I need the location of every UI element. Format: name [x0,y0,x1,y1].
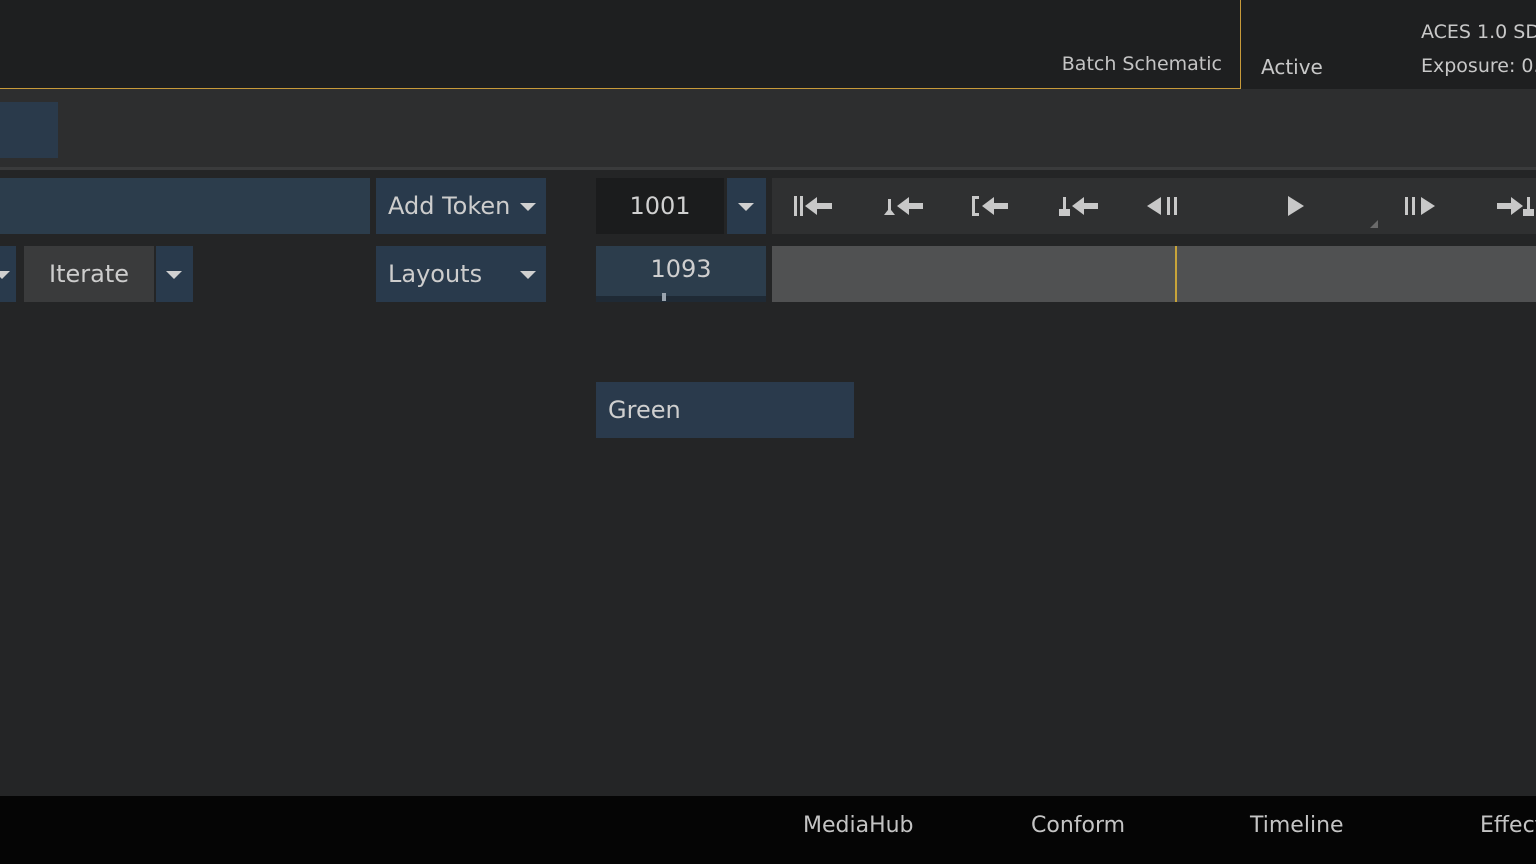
step-forward-icon [1405,197,1435,215]
status-label: Active [1261,55,1323,79]
tab-effects[interactable]: Effects [1480,813,1536,838]
end-frame-slider-thumb[interactable] [662,293,666,301]
chevron-down-icon [0,271,10,279]
timeline-scrubber[interactable] [772,246,1536,302]
playhead[interactable] [1175,246,1177,302]
play-options-indicator[interactable] [1370,220,1378,228]
play-button[interactable] [1264,178,1328,234]
frame-dropdown-button[interactable] [727,178,766,234]
go-to-in-point-button[interactable] [959,178,1023,234]
name-input[interactable] [0,178,370,234]
channel-field[interactable]: Green [596,382,854,438]
end-frame-field[interactable]: 1093 [596,246,766,302]
view-title[interactable]: Batch Schematic [1062,53,1222,75]
play-icon [1288,196,1304,216]
chevron-down-icon [166,271,182,279]
top-bar: Batch Schematic Active ACES 1.0 SDR Expo… [0,0,1536,89]
previous-keyframe-button[interactable] [872,178,936,234]
prev-dropdown-button[interactable] [0,246,16,302]
chevron-down-icon [520,271,536,279]
divider [0,167,1536,170]
step-back-icon [1147,197,1177,215]
view-title-area: Batch Schematic [0,0,1241,89]
go-to-start-button[interactable] [783,178,847,234]
chevron-down-icon [520,203,536,211]
end-frame-slider-track[interactable] [596,296,766,302]
tab-timeline[interactable]: Timeline [1250,813,1344,838]
go-to-start-icon [794,196,832,216]
tab-conform[interactable]: Conform [1031,813,1125,838]
transport-controls [772,178,1536,234]
channel-label: Green [608,396,681,424]
iterate-button[interactable]: Iterate [24,246,154,302]
exposure-label: Exposure: 0.0 [1421,55,1536,77]
colour-space-label: ACES 1.0 SDR [1421,21,1536,43]
current-frame-field[interactable]: 1001 [596,178,724,234]
active-tab[interactable] [0,102,58,158]
bottom-nav-bar: MediaHub Conform Timeline Effects [0,796,1536,864]
previous-marker-icon [1059,197,1098,216]
layouts-button[interactable]: Layouts [376,246,546,302]
tab-band [0,89,1536,167]
add-token-button[interactable]: Add Token [376,178,546,234]
chevron-down-icon [738,203,754,211]
go-to-in-point-icon [972,196,1008,216]
add-token-label: Add Token [388,192,511,220]
previous-keyframe-icon [884,197,923,215]
go-to-end-button[interactable] [1484,178,1536,234]
go-to-end-icon [1497,197,1534,216]
step-back-button[interactable] [1136,178,1200,234]
iterate-label: Iterate [48,260,129,288]
tab-mediahub[interactable]: MediaHub [803,813,914,838]
previous-marker-button[interactable] [1047,178,1111,234]
step-forward-button[interactable] [1390,178,1454,234]
iterate-dropdown-button[interactable] [156,246,193,302]
layouts-label: Layouts [388,260,483,288]
